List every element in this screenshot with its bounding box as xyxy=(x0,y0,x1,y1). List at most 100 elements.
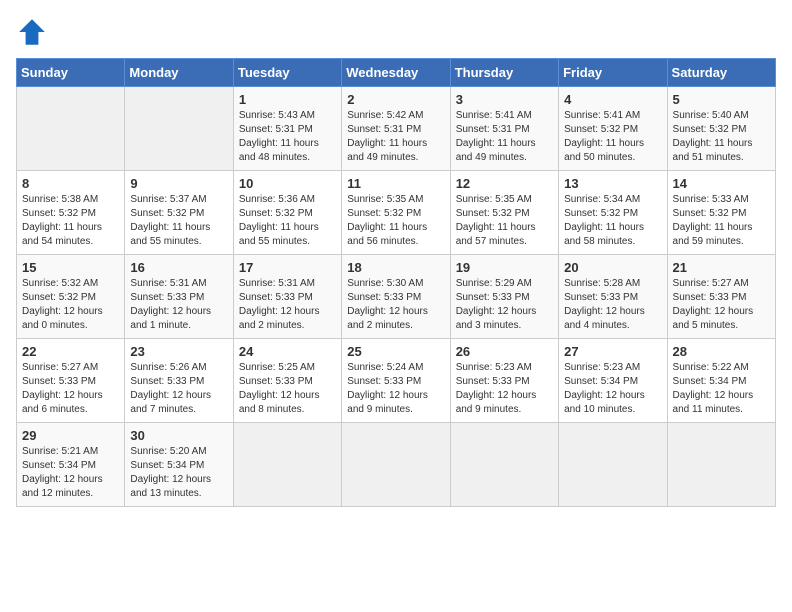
day-number: 3 xyxy=(456,92,553,107)
day-number: 26 xyxy=(456,344,553,359)
day-info: Sunrise: 5:23 AMSunset: 5:33 PMDaylight:… xyxy=(456,361,553,417)
weekday-header-wednesday: Wednesday xyxy=(342,59,450,87)
day-number: 20 xyxy=(564,260,661,275)
weekday-header-friday: Friday xyxy=(559,59,667,87)
calendar-cell: 28 Sunrise: 5:22 AMSunset: 5:34 PMDaylig… xyxy=(667,339,775,423)
calendar-cell: 29 Sunrise: 5:21 AMSunset: 5:34 PMDaylig… xyxy=(17,423,125,507)
day-number: 2 xyxy=(347,92,444,107)
calendar-cell: 2 Sunrise: 5:42 AMSunset: 5:31 PMDayligh… xyxy=(342,87,450,171)
logo-icon xyxy=(16,16,48,48)
day-info: Sunrise: 5:20 AMSunset: 5:34 PMDaylight:… xyxy=(130,445,227,501)
calendar-cell: 16 Sunrise: 5:31 AMSunset: 5:33 PMDaylig… xyxy=(125,255,233,339)
calendar-cell xyxy=(342,423,450,507)
calendar-cell: 14 Sunrise: 5:33 AMSunset: 5:32 PMDaylig… xyxy=(667,171,775,255)
calendar-cell: 26 Sunrise: 5:23 AMSunset: 5:33 PMDaylig… xyxy=(450,339,558,423)
day-number: 15 xyxy=(22,260,119,275)
weekday-header-thursday: Thursday xyxy=(450,59,558,87)
day-number: 25 xyxy=(347,344,444,359)
day-number: 4 xyxy=(564,92,661,107)
day-info: Sunrise: 5:34 AMSunset: 5:32 PMDaylight:… xyxy=(564,193,661,249)
day-number: 30 xyxy=(130,428,227,443)
week-row-5: 29 Sunrise: 5:21 AMSunset: 5:34 PMDaylig… xyxy=(17,423,776,507)
calendar-cell: 30 Sunrise: 5:20 AMSunset: 5:34 PMDaylig… xyxy=(125,423,233,507)
day-info: Sunrise: 5:21 AMSunset: 5:34 PMDaylight:… xyxy=(22,445,119,501)
weekday-header-sunday: Sunday xyxy=(17,59,125,87)
calendar-cell xyxy=(667,423,775,507)
day-number: 23 xyxy=(130,344,227,359)
day-number: 29 xyxy=(22,428,119,443)
calendar-cell: 18 Sunrise: 5:30 AMSunset: 5:33 PMDaylig… xyxy=(342,255,450,339)
day-number: 9 xyxy=(130,176,227,191)
calendar-cell: 20 Sunrise: 5:28 AMSunset: 5:33 PMDaylig… xyxy=(559,255,667,339)
calendar-cell: 12 Sunrise: 5:35 AMSunset: 5:32 PMDaylig… xyxy=(450,171,558,255)
weekday-header-tuesday: Tuesday xyxy=(233,59,341,87)
day-info: Sunrise: 5:33 AMSunset: 5:32 PMDaylight:… xyxy=(673,193,770,249)
week-row-4: 22 Sunrise: 5:27 AMSunset: 5:33 PMDaylig… xyxy=(17,339,776,423)
weekday-header-monday: Monday xyxy=(125,59,233,87)
day-number: 27 xyxy=(564,344,661,359)
day-number: 11 xyxy=(347,176,444,191)
day-number: 1 xyxy=(239,92,336,107)
day-info: Sunrise: 5:35 AMSunset: 5:32 PMDaylight:… xyxy=(347,193,444,249)
week-row-1: 1 Sunrise: 5:43 AMSunset: 5:31 PMDayligh… xyxy=(17,87,776,171)
calendar-table: SundayMondayTuesdayWednesdayThursdayFrid… xyxy=(16,58,776,507)
calendar-cell: 25 Sunrise: 5:24 AMSunset: 5:33 PMDaylig… xyxy=(342,339,450,423)
day-info: Sunrise: 5:43 AMSunset: 5:31 PMDaylight:… xyxy=(239,109,336,165)
logo xyxy=(16,16,52,48)
day-info: Sunrise: 5:42 AMSunset: 5:31 PMDaylight:… xyxy=(347,109,444,165)
day-number: 17 xyxy=(239,260,336,275)
weekday-header-saturday: Saturday xyxy=(667,59,775,87)
week-row-2: 8 Sunrise: 5:38 AMSunset: 5:32 PMDayligh… xyxy=(17,171,776,255)
calendar-cell: 27 Sunrise: 5:23 AMSunset: 5:34 PMDaylig… xyxy=(559,339,667,423)
day-info: Sunrise: 5:35 AMSunset: 5:32 PMDaylight:… xyxy=(456,193,553,249)
calendar-header-row: SundayMondayTuesdayWednesdayThursdayFrid… xyxy=(17,59,776,87)
calendar-cell: 13 Sunrise: 5:34 AMSunset: 5:32 PMDaylig… xyxy=(559,171,667,255)
calendar-cell: 21 Sunrise: 5:27 AMSunset: 5:33 PMDaylig… xyxy=(667,255,775,339)
day-number: 8 xyxy=(22,176,119,191)
calendar-cell: 19 Sunrise: 5:29 AMSunset: 5:33 PMDaylig… xyxy=(450,255,558,339)
day-number: 21 xyxy=(673,260,770,275)
day-info: Sunrise: 5:27 AMSunset: 5:33 PMDaylight:… xyxy=(22,361,119,417)
day-number: 12 xyxy=(456,176,553,191)
day-info: Sunrise: 5:24 AMSunset: 5:33 PMDaylight:… xyxy=(347,361,444,417)
calendar-cell: 15 Sunrise: 5:32 AMSunset: 5:32 PMDaylig… xyxy=(17,255,125,339)
day-info: Sunrise: 5:27 AMSunset: 5:33 PMDaylight:… xyxy=(673,277,770,333)
day-info: Sunrise: 5:38 AMSunset: 5:32 PMDaylight:… xyxy=(22,193,119,249)
calendar-cell xyxy=(125,87,233,171)
day-number: 13 xyxy=(564,176,661,191)
calendar-cell xyxy=(559,423,667,507)
day-info: Sunrise: 5:40 AMSunset: 5:32 PMDaylight:… xyxy=(673,109,770,165)
calendar-cell: 11 Sunrise: 5:35 AMSunset: 5:32 PMDaylig… xyxy=(342,171,450,255)
day-info: Sunrise: 5:31 AMSunset: 5:33 PMDaylight:… xyxy=(239,277,336,333)
day-info: Sunrise: 5:29 AMSunset: 5:33 PMDaylight:… xyxy=(456,277,553,333)
day-info: Sunrise: 5:31 AMSunset: 5:33 PMDaylight:… xyxy=(130,277,227,333)
day-number: 5 xyxy=(673,92,770,107)
day-info: Sunrise: 5:41 AMSunset: 5:31 PMDaylight:… xyxy=(456,109,553,165)
calendar-cell: 10 Sunrise: 5:36 AMSunset: 5:32 PMDaylig… xyxy=(233,171,341,255)
calendar-cell: 1 Sunrise: 5:43 AMSunset: 5:31 PMDayligh… xyxy=(233,87,341,171)
day-number: 19 xyxy=(456,260,553,275)
day-info: Sunrise: 5:23 AMSunset: 5:34 PMDaylight:… xyxy=(564,361,661,417)
day-info: Sunrise: 5:30 AMSunset: 5:33 PMDaylight:… xyxy=(347,277,444,333)
day-number: 24 xyxy=(239,344,336,359)
day-number: 10 xyxy=(239,176,336,191)
calendar-cell: 5 Sunrise: 5:40 AMSunset: 5:32 PMDayligh… xyxy=(667,87,775,171)
calendar-cell: 8 Sunrise: 5:38 AMSunset: 5:32 PMDayligh… xyxy=(17,171,125,255)
calendar-cell: 3 Sunrise: 5:41 AMSunset: 5:31 PMDayligh… xyxy=(450,87,558,171)
day-info: Sunrise: 5:32 AMSunset: 5:32 PMDaylight:… xyxy=(22,277,119,333)
day-number: 14 xyxy=(673,176,770,191)
week-row-3: 15 Sunrise: 5:32 AMSunset: 5:32 PMDaylig… xyxy=(17,255,776,339)
day-number: 18 xyxy=(347,260,444,275)
day-number: 16 xyxy=(130,260,227,275)
page-header xyxy=(16,16,776,48)
calendar-cell: 17 Sunrise: 5:31 AMSunset: 5:33 PMDaylig… xyxy=(233,255,341,339)
calendar-cell: 4 Sunrise: 5:41 AMSunset: 5:32 PMDayligh… xyxy=(559,87,667,171)
day-number: 28 xyxy=(673,344,770,359)
day-info: Sunrise: 5:26 AMSunset: 5:33 PMDaylight:… xyxy=(130,361,227,417)
day-number: 22 xyxy=(22,344,119,359)
calendar-cell: 9 Sunrise: 5:37 AMSunset: 5:32 PMDayligh… xyxy=(125,171,233,255)
day-info: Sunrise: 5:37 AMSunset: 5:32 PMDaylight:… xyxy=(130,193,227,249)
calendar-cell xyxy=(17,87,125,171)
calendar-cell xyxy=(450,423,558,507)
calendar-cell: 22 Sunrise: 5:27 AMSunset: 5:33 PMDaylig… xyxy=(17,339,125,423)
